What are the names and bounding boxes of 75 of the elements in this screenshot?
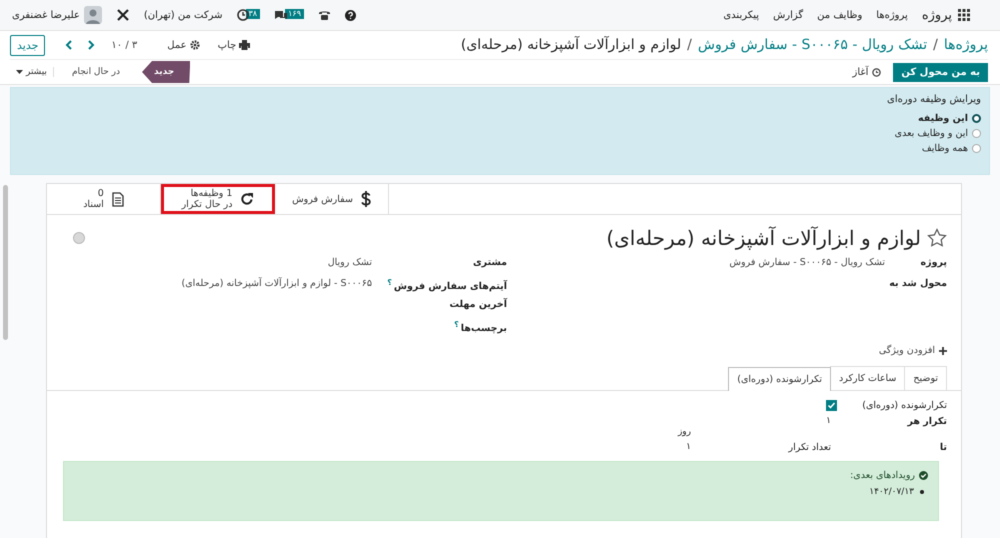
dollar-icon: [360, 191, 371, 207]
radio-icon[interactable]: [972, 144, 981, 153]
radio-option[interactable]: این وظیفه: [918, 111, 981, 126]
field-label: تا: [938, 442, 947, 452]
tab[interactable]: تکرارشونده (دوره‌ای): [728, 367, 831, 391]
chat-icon[interactable]: [274, 9, 288, 21]
add-property-button[interactable]: افزودن ویژگی: [878, 345, 947, 356]
radio-icon[interactable]: [972, 114, 981, 123]
start-button[interactable]: آغاز: [846, 66, 888, 78]
app-grid-icon[interactable]: [958, 9, 970, 21]
occurrence-date: ۱۴۰۲/۰۷/۱۳: [869, 487, 914, 497]
field-label: آخرین مهلت: [448, 299, 507, 310]
avatar-icon[interactable]: [84, 6, 102, 24]
field-label: مشتری: [472, 257, 507, 268]
field-label: تکرار هر: [906, 416, 947, 426]
phone-icon[interactable]: [318, 9, 331, 21]
clock-icon: [872, 68, 882, 76]
new-button[interactable]: جدید: [10, 34, 46, 56]
breadcrumb-item: لوازم و ابزارآلات آشپزخانه (مرحله‌ای): [460, 37, 682, 53]
check-circle-icon: [919, 471, 928, 480]
tab[interactable]: توضیح: [904, 366, 947, 390]
star-icon[interactable]: [927, 228, 947, 248]
task-title[interactable]: لوازم و ابزارآلات آشپزخانه (مرحله‌ای): [606, 226, 921, 250]
stage-button[interactable]: جدید: [142, 61, 190, 83]
repeat-interval-field[interactable]: ۱: [826, 416, 831, 426]
caret-icon: [16, 70, 23, 74]
refresh-icon: [240, 192, 254, 206]
user-name[interactable]: علیرضا غضنفری: [12, 10, 80, 20]
bullet-icon: [920, 490, 924, 494]
checkbox[interactable]: [826, 400, 837, 410]
radio-icon[interactable]: [972, 129, 981, 138]
repeat-count-field[interactable]: ۱: [686, 442, 691, 452]
alert-title: رویدادهای بعدی:: [850, 470, 915, 481]
menu-item[interactable]: گزارش: [773, 10, 804, 20]
breadcrumb-separator: /: [687, 37, 692, 53]
field-label: آیتم‌های سفارش فروش $^{؟}$: [386, 278, 507, 292]
field-label: تکرارشونده (دوره‌ای): [861, 400, 947, 410]
field-label: پروژه: [920, 257, 947, 268]
breadcrumb-item[interactable]: پروژه‌ها: [944, 37, 988, 53]
status-dot-icon[interactable]: [73, 232, 85, 244]
company-switcher[interactable]: شرکت من (تهران): [144, 10, 222, 20]
help-tooltip[interactable]: ؟: [454, 320, 459, 329]
assign-button[interactable]: به من محول کن: [893, 62, 988, 82]
radio-option[interactable]: همه وظایف: [922, 141, 981, 156]
radio-option[interactable]: این و وظایف بعدی: [894, 126, 981, 141]
gear-icon: [190, 40, 200, 50]
field-label: برچسب‌ها $^{؟}$: [453, 320, 507, 334]
more-stages-button[interactable]: بیشتر: [10, 67, 54, 77]
repeat-type-field[interactable]: تعداد تکرار: [691, 442, 831, 452]
app-name[interactable]: پروژه: [922, 8, 952, 22]
pager-value[interactable]: ۳ / ۱۰: [111, 40, 138, 50]
document-icon: [112, 192, 124, 206]
menu-item[interactable]: پروژه‌ها: [876, 10, 908, 20]
repeat-unit-field[interactable]: روز: [678, 427, 691, 437]
print-button[interactable]: چاپ: [212, 40, 256, 50]
field-value[interactable]: تشک رویال - S۰۰۰۶۵ - سفارش فروش: [729, 257, 885, 268]
menu-item[interactable]: پیکربندی: [723, 10, 760, 20]
message-count: ۱۶۹: [285, 9, 304, 19]
field-label: محول شد به: [888, 278, 947, 289]
breadcrumb-item[interactable]: تشک رویال - S۰۰۰۶۵ - سفارش فروش: [698, 37, 928, 53]
plus-icon: [939, 346, 947, 354]
field-value[interactable]: تشک رویال: [328, 257, 372, 268]
breadcrumb-separator: /: [933, 37, 938, 53]
field-value[interactable]: S۰۰۰۶۵ - لوازم و ابزارآلات آشپزخانه (مرحله‌ای): [182, 278, 372, 289]
previous-icon[interactable]: [65, 40, 74, 50]
help-icon[interactable]: [344, 10, 356, 20]
recurrence-smart-button[interactable]: 1 وظیفه‌ها در حال تکرار: [161, 184, 275, 214]
next-icon[interactable]: [87, 40, 96, 50]
help-tooltip[interactable]: ؟: [387, 278, 392, 287]
activity-count: ۳۸: [246, 9, 260, 19]
scrollbar[interactable]: [3, 185, 8, 340]
panel-title: ویرایش وظیفه دوره‌ای: [886, 94, 981, 105]
menu-item[interactable]: وظایف من: [817, 10, 862, 20]
action-button[interactable]: عمل: [161, 40, 206, 50]
clock-icon[interactable]: [236, 9, 248, 21]
